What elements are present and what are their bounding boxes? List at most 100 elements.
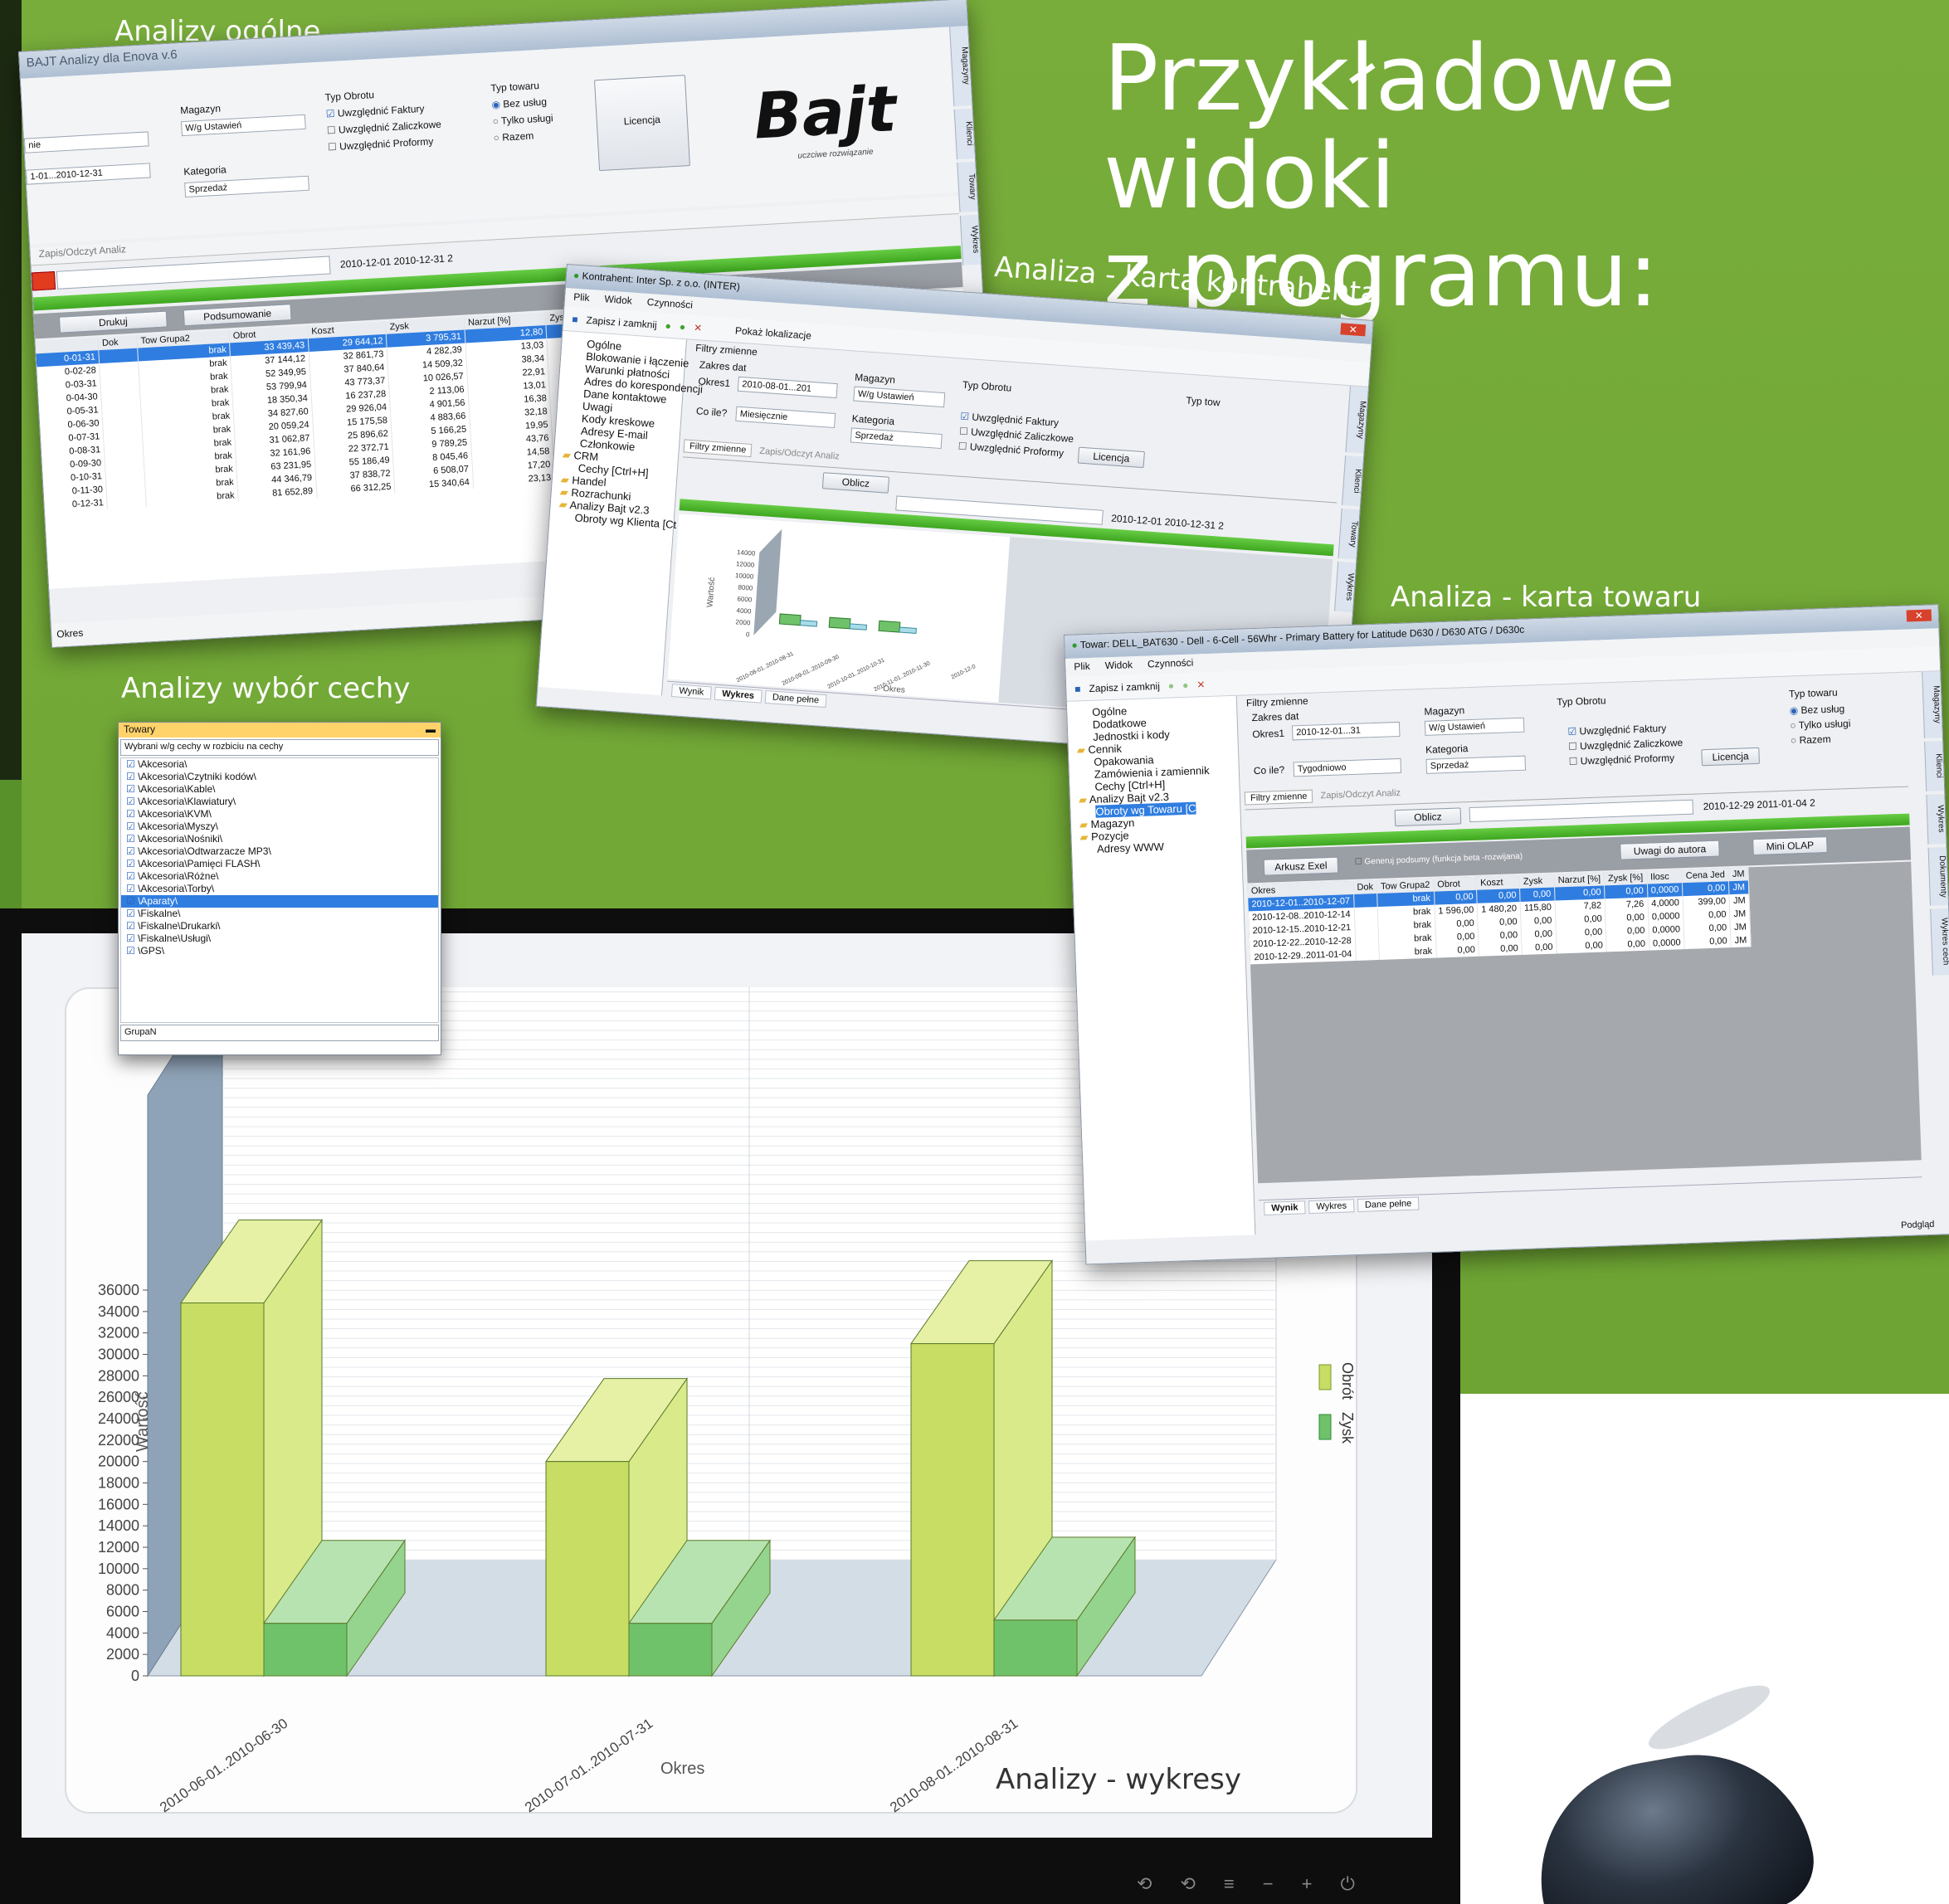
feature-list-item[interactable]: \Akcesoria\Myszy\ [121, 821, 438, 833]
window-controls[interactable]: ✕ [1340, 323, 1367, 337]
feature-list-item[interactable]: \Akcesoria\Czytniki kodów\ [121, 771, 438, 783]
okres-field[interactable]: 2010-12-01...31 [1291, 721, 1401, 741]
menu-czynnosci[interactable]: Czynności [1147, 657, 1194, 672]
tab-wykres[interactable]: Wykres [714, 686, 763, 704]
feature-list-item[interactable]: \Fiskalne\ [121, 908, 438, 920]
menu-widok[interactable]: Widok [604, 293, 632, 308]
green-circle-icon[interactable]: ● [665, 319, 671, 331]
column-header[interactable]: Dok [1352, 880, 1377, 895]
date-range-field[interactable]: 1-01...2010-12-31 [25, 163, 151, 185]
menu-plik[interactable]: Plik [573, 291, 590, 305]
feature-list-item[interactable]: \Akcesoria\Klawiatury\ [121, 796, 438, 808]
radio-bez-uslug[interactable]: Bez usług [1789, 703, 1844, 716]
result-combo[interactable] [1469, 799, 1694, 823]
feature-list-item[interactable]: \Akcesoria\ [121, 758, 438, 771]
vtab-dokumenty[interactable]: Dokumenty [1927, 847, 1949, 906]
licencja-button[interactable]: Licencja [593, 75, 690, 172]
feature-list-item[interactable]: \Akcesoria\Odtwarzacze MP3\ [121, 845, 438, 858]
vtab-klienci[interactable]: Klienci [953, 108, 975, 160]
monitor-button-icon[interactable]: ⟲ [1137, 1873, 1152, 1898]
green-circle-icon[interactable]: ● [1182, 679, 1189, 690]
pin-icon[interactable]: ▬ [426, 723, 436, 735]
vtab-wykres[interactable]: Wykres [959, 214, 982, 265]
feature-list-item[interactable]: \Akcesoria\Pamięci FLASH\ [121, 858, 438, 870]
co-ile-combo[interactable]: Tygodniowo [1293, 757, 1402, 777]
feature-list-item[interactable]: \Akcesoria\KVM\ [121, 808, 438, 821]
feature-list-item[interactable]: \Fiskalne\Usługi\ [121, 933, 438, 945]
feature-list-item[interactable]: \Akcesoria\Nośniki\ [121, 833, 438, 845]
green-circle-icon[interactable]: ● [1168, 679, 1175, 691]
feature-list-item[interactable]: \Akcesoria\Torby\ [121, 883, 438, 895]
column-header[interactable]: Zysk [%] [1604, 870, 1647, 886]
monitor-button-icon[interactable]: − [1263, 1873, 1274, 1898]
mini-olap-button[interactable]: Mini OLAP [1752, 836, 1828, 856]
feature-list-item[interactable]: \Akcesoria\Różne\ [121, 870, 438, 883]
tab-zapis[interactable]: Zapis/Odczyt Analiz [754, 445, 845, 463]
magazyn-combo[interactable]: W/g Ustawień [1424, 717, 1525, 736]
magazyn-combo[interactable]: W/g Ustawień [181, 114, 306, 137]
column-header[interactable]: Koszt [1476, 875, 1520, 890]
menu-czynnosci[interactable]: Czynności [646, 296, 693, 313]
tab-zapis[interactable]: Zapis/Odczyt Analiz [1315, 787, 1406, 802]
tab-wykres[interactable]: Wykres [1308, 1199, 1355, 1215]
vtab-magazyny[interactable]: Magazyny [949, 26, 972, 107]
kategoria-combo[interactable]: Sprzedaż [1425, 755, 1527, 774]
co-ile-combo[interactable]: Miesięcznie [735, 406, 836, 429]
okres-field[interactable]: 2010-08-01...201 [737, 376, 838, 399]
window-controls[interactable]: ✕ [1906, 609, 1932, 622]
vtab-magazyny[interactable]: Magazyny [1922, 671, 1942, 738]
generate-sums-check[interactable]: Generuj podsumy (funkcja beta -rozwijana… [1355, 852, 1523, 867]
tab-wynik[interactable]: Wynik [670, 684, 712, 700]
vtab-klienci[interactable]: Klienci [1924, 741, 1945, 791]
monitor-button-icon[interactable]: ≡ [1224, 1873, 1235, 1898]
radio-razem[interactable]: Razem [1791, 733, 1830, 747]
save-close-button[interactable]: Zapisz i zamknij [1089, 679, 1160, 694]
column-header[interactable]: Zysk [1519, 874, 1555, 889]
menu-widok[interactable]: Widok [1104, 659, 1133, 673]
check-proformy[interactable]: Uwzględnić Proformy [1568, 752, 1675, 767]
monitor-button-icon[interactable]: ⟲ [1180, 1873, 1195, 1898]
drukuj-button[interactable]: Drukuj [58, 310, 168, 334]
power-icon[interactable]: ⏻ [1340, 1873, 1354, 1898]
magazyn-combo[interactable]: W/g Ustawień [853, 386, 946, 408]
radio-tylko-uslugi[interactable]: Tylko usługi [1790, 718, 1850, 732]
licencja-button[interactable]: Licencja [1077, 446, 1145, 469]
kategoria-combo[interactable]: Sprzedaż [850, 427, 943, 450]
menu-plik[interactable]: Plik [1074, 660, 1090, 674]
vtab-wykres[interactable]: Wykres [1926, 794, 1947, 845]
radio-razem[interactable]: Razem [493, 129, 534, 144]
feature-list-item[interactable]: \Akcesoria\Kable\ [121, 783, 438, 796]
picker-footer-combo[interactable]: GrupaN [120, 1025, 439, 1041]
vtab-wykres-cech[interactable]: Wykres cech [1930, 908, 1949, 976]
check-zaliczkowe[interactable]: Uwzględnić Zaliczkowe [1568, 737, 1683, 752]
tab-dane-pelne[interactable]: Dane pełne [1357, 1196, 1420, 1213]
okres-combo[interactable]: nie [23, 131, 149, 153]
licencja-button[interactable]: Licencja [1701, 747, 1760, 767]
oblicz-button[interactable]: Oblicz [821, 472, 890, 494]
radio-tylko-uslugi[interactable]: Tylko usługi [492, 112, 553, 127]
column-header[interactable]: JM [1728, 867, 1749, 882]
uwagi-button[interactable]: Uwagi do autora [1620, 840, 1720, 860]
vtab-wykres[interactable]: Wykres [1334, 561, 1357, 613]
location-button[interactable]: Pokaż lokalizacje [735, 324, 812, 341]
column-header[interactable]: Obrot [1433, 876, 1477, 892]
feature-list-item[interactable]: \Fiskalne\Drukarki\ [121, 920, 438, 933]
delete-icon[interactable]: ✕ [694, 321, 703, 334]
monitor-button-icon[interactable]: + [1302, 1873, 1313, 1898]
save-close-button[interactable]: Zapisz i zamknij [586, 314, 657, 330]
oblicz-button[interactable]: Oblicz [1394, 807, 1462, 827]
podsumowanie-button[interactable]: Podsumowanie [183, 304, 292, 327]
radio-bez-uslug[interactable]: Bez usług [491, 96, 547, 111]
tab-zapis-odczyt[interactable]: Zapis/Odczyt Analiz [30, 243, 126, 260]
column-header[interactable]: Ilosc [1646, 869, 1683, 884]
tab-filters[interactable]: Filtry zmienne [1244, 789, 1313, 806]
feature-list-item[interactable]: \GPS\ [121, 945, 438, 957]
check-faktury[interactable]: Uwzględnić Faktury [325, 103, 424, 120]
vtab-magazyny[interactable]: Magazyny [1345, 386, 1368, 454]
delete-icon[interactable]: ✕ [1196, 679, 1206, 690]
check-faktury[interactable]: Uwzględnić Faktury [1567, 723, 1666, 738]
tab-wynik[interactable]: Wynik [1264, 1200, 1306, 1215]
check-proformy[interactable]: Uwzględnić Proformy [328, 135, 434, 153]
tab-dane-pelne[interactable]: Dane pełne [764, 689, 827, 709]
picker-combo[interactable]: Wybrani w/g cechy w rozbiciu na cechy [120, 739, 439, 756]
